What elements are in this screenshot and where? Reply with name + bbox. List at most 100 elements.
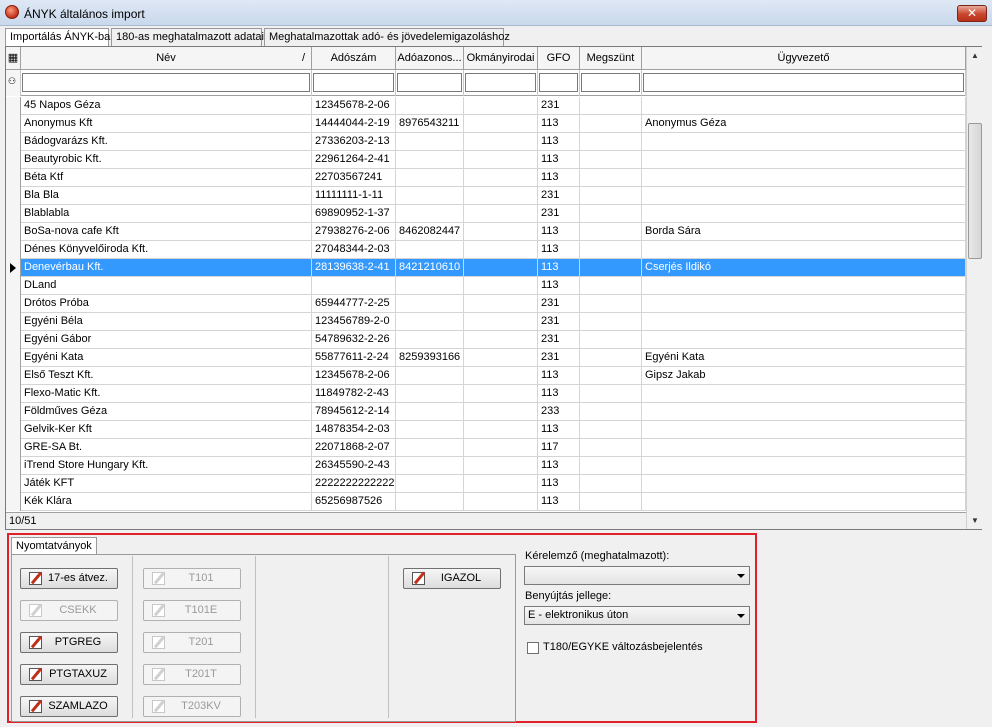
cell-megszunt[interactable]	[580, 403, 642, 421]
kerelmezo-dropdown[interactable]	[524, 566, 750, 585]
form-button-t101e[interactable]: T101E	[143, 600, 241, 621]
cell-okmanyirodai[interactable]	[464, 295, 538, 313]
cell-ugyvezeto[interactable]	[642, 457, 966, 475]
cell-megszunt[interactable]	[580, 493, 642, 511]
row-indicator[interactable]	[6, 169, 21, 187]
table-row[interactable]: Bla Bla 11111111-1-11 231	[6, 187, 966, 205]
column-gfo[interactable]: GFO	[538, 47, 580, 70]
cell-nev[interactable]: Flexo-Matic Kft.	[21, 385, 312, 403]
cell-adoszam[interactable]: 12345678-2-06	[312, 367, 396, 385]
table-row[interactable]: 45 Napos Géza 12345678-2-06 231	[6, 97, 966, 115]
row-indicator[interactable]	[6, 439, 21, 457]
row-indicator[interactable]	[6, 241, 21, 259]
cell-megszunt[interactable]	[580, 133, 642, 151]
filter-megszunt[interactable]	[581, 73, 640, 92]
cell-okmanyirodai[interactable]	[464, 457, 538, 475]
cell-okmanyirodai[interactable]	[464, 277, 538, 295]
table-row[interactable]: Béta Ktf 22703567241 113	[6, 169, 966, 187]
t180-checkbox[interactable]	[527, 642, 539, 654]
table-row[interactable]: Gelvik-Ker Kft 14878354-2-03 113	[6, 421, 966, 439]
cell-ugyvezeto[interactable]	[642, 493, 966, 511]
cell-nev[interactable]: Drótos Próba	[21, 295, 312, 313]
cell-adoszam[interactable]: 11849782-2-43	[312, 385, 396, 403]
column-nev[interactable]: Név /	[21, 47, 312, 70]
filter-adoazonosito[interactable]	[397, 73, 462, 92]
cell-megszunt[interactable]	[580, 349, 642, 367]
cell-gfo[interactable]: 231	[538, 349, 580, 367]
cell-adoazonosito[interactable]	[396, 205, 464, 223]
cell-megszunt[interactable]	[580, 367, 642, 385]
cell-nev[interactable]: Béta Ktf	[21, 169, 312, 187]
cell-nev[interactable]: Denevérbau Kft.	[21, 259, 312, 277]
cell-gfo[interactable]: 113	[538, 277, 580, 295]
cell-adoazonosito[interactable]	[396, 493, 464, 511]
cell-okmanyirodai[interactable]	[464, 151, 538, 169]
cell-gfo[interactable]: 231	[538, 313, 580, 331]
cell-ugyvezeto[interactable]	[642, 475, 966, 493]
cell-ugyvezeto[interactable]	[642, 97, 966, 115]
row-indicator[interactable]	[6, 277, 21, 295]
column-okmanyirodai[interactable]: Okmányirodai	[464, 47, 538, 70]
table-row[interactable]: Bádogvarázs Kft. 27336203-2-13 113	[6, 133, 966, 151]
row-indicator[interactable]	[6, 115, 21, 133]
cell-ugyvezeto[interactable]: Gipsz Jakab	[642, 367, 966, 385]
cell-adoszam[interactable]: 26345590-2-43	[312, 457, 396, 475]
row-indicator[interactable]	[6, 205, 21, 223]
cell-adoszam[interactable]: 22703567241	[312, 169, 396, 187]
cell-gfo[interactable]: 113	[538, 115, 580, 133]
cell-ugyvezeto[interactable]: Borda Sára	[642, 223, 966, 241]
cell-gfo[interactable]: 117	[538, 439, 580, 457]
cell-megszunt[interactable]	[580, 97, 642, 115]
cell-okmanyirodai[interactable]	[464, 331, 538, 349]
cell-ugyvezeto[interactable]	[642, 187, 966, 205]
cell-nev[interactable]: iTrend Store Hungary Kft.	[21, 457, 312, 475]
cell-adoszam[interactable]: 22071868-2-07	[312, 439, 396, 457]
cell-megszunt[interactable]	[580, 295, 642, 313]
cell-gfo[interactable]: 113	[538, 475, 580, 493]
table-row[interactable]: Első Teszt Kft. 12345678-2-06 113 Gipsz Jak…	[6, 367, 966, 385]
cell-nev[interactable]: Gelvik-Ker Kft	[21, 421, 312, 439]
cell-nev[interactable]: Beautyrobic Kft.	[21, 151, 312, 169]
row-indicator[interactable]	[6, 421, 21, 439]
cell-ugyvezeto[interactable]	[642, 313, 966, 331]
cell-adoszam[interactable]	[312, 277, 396, 295]
cell-adoazonosito[interactable]	[396, 475, 464, 493]
form-button-ptgreg[interactable]: PTGREG	[20, 632, 118, 653]
cell-megszunt[interactable]	[580, 313, 642, 331]
scroll-down-icon[interactable]: ▼	[967, 512, 983, 529]
cell-okmanyirodai[interactable]	[464, 475, 538, 493]
cell-ugyvezeto[interactable]	[642, 403, 966, 421]
cell-okmanyirodai[interactable]	[464, 115, 538, 133]
table-row[interactable]: Anonymus Kft 14444044-2-19 8976543211 113 An…	[6, 115, 966, 133]
cell-megszunt[interactable]	[580, 223, 642, 241]
cell-gfo[interactable]: 231	[538, 205, 580, 223]
cell-gfo[interactable]: 113	[538, 421, 580, 439]
row-indicator[interactable]	[6, 187, 21, 205]
column-chooser-icon[interactable]: ▦	[6, 47, 21, 70]
cell-adoszam[interactable]: 14878354-2-03	[312, 421, 396, 439]
cell-adoazonosito[interactable]	[396, 439, 464, 457]
cell-adoazonosito[interactable]	[396, 313, 464, 331]
row-indicator[interactable]	[6, 97, 21, 115]
cell-megszunt[interactable]	[580, 259, 642, 277]
filter-gfo[interactable]	[539, 73, 578, 92]
cell-nev[interactable]: Földműves Géza	[21, 403, 312, 421]
cell-gfo[interactable]: 113	[538, 151, 580, 169]
cell-adoszam[interactable]: 65256987526	[312, 493, 396, 511]
cell-okmanyirodai[interactable]	[464, 205, 538, 223]
cell-ugyvezeto[interactable]: Anonymus Géza	[642, 115, 966, 133]
row-indicator[interactable]	[6, 259, 21, 277]
cell-gfo[interactable]: 113	[538, 367, 580, 385]
cell-megszunt[interactable]	[580, 187, 642, 205]
cell-megszunt[interactable]	[580, 439, 642, 457]
cell-adoazonosito[interactable]	[396, 295, 464, 313]
close-button[interactable]: ✕	[957, 5, 987, 22]
cell-nev[interactable]: Dénes Könyvelőiroda Kft.	[21, 241, 312, 259]
cell-adoszam[interactable]: 11111111-1-11	[312, 187, 396, 205]
cell-gfo[interactable]: 113	[538, 169, 580, 187]
table-row[interactable]: GRE-SA Bt. 22071868-2-07 117	[6, 439, 966, 457]
row-indicator[interactable]	[6, 475, 21, 493]
cell-nev[interactable]: BoSa-nova cafe Kft	[21, 223, 312, 241]
tab-180[interactable]: 180-as meghatalmazott adatai	[111, 28, 264, 46]
cell-megszunt[interactable]	[580, 277, 642, 295]
